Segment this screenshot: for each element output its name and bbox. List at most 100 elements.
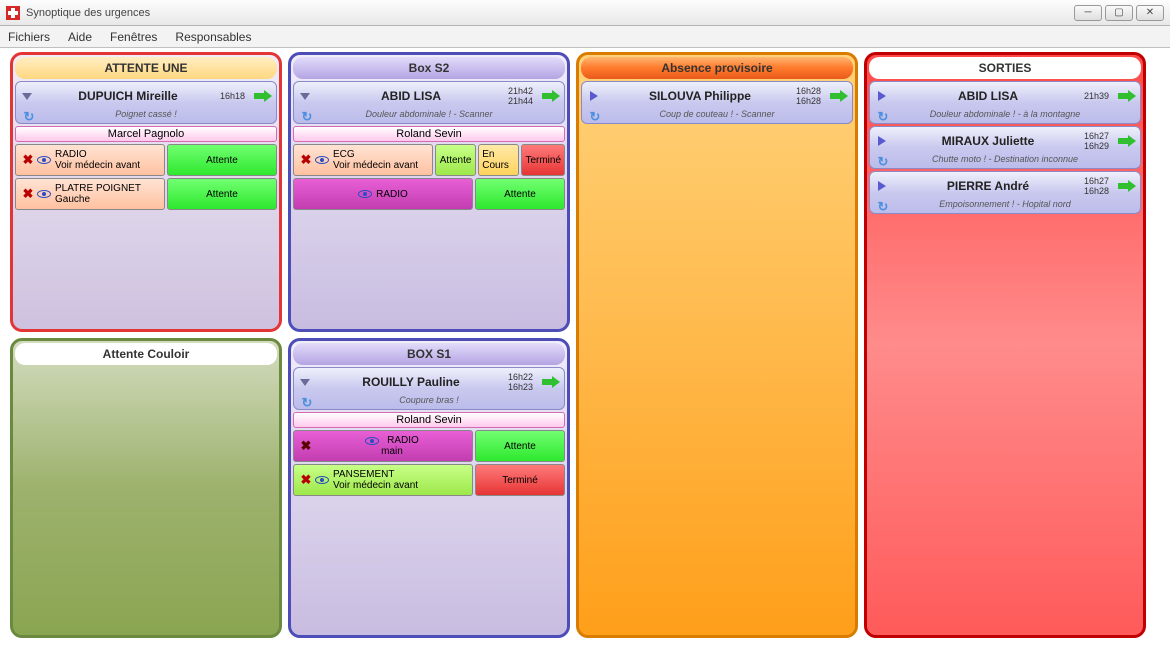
patient-diagnosis: Empoisonnement ! - Hopital nord (939, 199, 1071, 209)
zone-header: BOX S1 (293, 343, 565, 365)
recycle-icon[interactable] (300, 109, 314, 121)
patient-name: SILOUVA Philippe (608, 89, 792, 103)
zone-attente-une: ATTENTE UNE DUPUICH Mireille 16h18 Poign… (10, 52, 282, 332)
zone-sorties: SORTIES ABID LISA 21h39 Douleur abdomina… (864, 52, 1146, 638)
task-note: Voir médecin avant (333, 160, 418, 171)
zone-header: Absence provisoire (581, 57, 853, 79)
eye-icon (37, 156, 51, 164)
zone-box-s1: BOX S1 ROUILLY Pauline 16h22 16h23 Coupu… (288, 338, 570, 638)
time-in: 16h27 (1084, 176, 1109, 186)
patient-diagnosis: Coupure bras ! (399, 395, 459, 405)
time-in: 16h27 (1084, 131, 1109, 141)
time-in: 16h28 (796, 86, 821, 96)
task-status-termine[interactable]: Terminé (521, 144, 565, 176)
go-arrow-icon[interactable] (542, 90, 560, 102)
zone-attente-couloir: Attente Couloir (10, 338, 282, 638)
play-icon[interactable] (590, 91, 598, 101)
go-arrow-icon[interactable] (830, 90, 848, 102)
task-ecg[interactable]: ✖ ECG Voir médecin avant (293, 144, 433, 176)
time-in: 21h42 (508, 86, 533, 96)
recycle-icon[interactable] (588, 109, 602, 121)
time-update: 16h28 (796, 96, 821, 106)
task-note: main (381, 446, 403, 457)
patient-name: MIRAUX Juliette (896, 134, 1080, 148)
recycle-icon[interactable] (876, 199, 890, 211)
patient-name: ROUILLY Pauline (318, 375, 504, 389)
menu-fichiers[interactable]: Fichiers (8, 30, 50, 44)
go-arrow-icon[interactable] (254, 90, 272, 102)
minimize-button[interactable]: ─ (1074, 5, 1102, 21)
play-icon[interactable] (878, 181, 886, 191)
delete-task-icon[interactable]: ✖ (297, 152, 315, 168)
patient-card-rouilly[interactable]: ROUILLY Pauline 16h22 16h23 Coupure bras… (293, 367, 565, 410)
recycle-icon[interactable] (300, 395, 314, 407)
go-arrow-icon[interactable] (1118, 180, 1136, 192)
window-titlebar: Synoptique des urgences ─ ▢ ✕ (0, 0, 1170, 26)
go-arrow-icon[interactable] (542, 376, 560, 388)
zone-box-s2: Box S2 ABID LISA 21h42 21h44 Douleur abd… (288, 52, 570, 332)
task-status-encours[interactable]: En Cours (478, 144, 519, 176)
patient-name: ABID LISA (318, 89, 504, 103)
task-note: Gauche (55, 194, 90, 205)
time-in: 16h22 (508, 372, 533, 382)
main-canvas: ATTENTE UNE DUPUICH Mireille 16h18 Poign… (0, 48, 1170, 653)
time-in: 16h18 (220, 91, 245, 101)
zone-absence-provisoire: Absence provisoire SILOUVA Philippe 16h2… (576, 52, 858, 638)
menu-fenetres[interactable]: Fenêtres (110, 30, 157, 44)
patient-card-dupuich[interactable]: DUPUICH Mireille 16h18 Poignet cassé ! (15, 81, 277, 124)
task-title: RADIO (376, 189, 408, 200)
task-status-attente[interactable]: Attente (167, 144, 277, 176)
nurse-name: Roland Sevin (293, 126, 565, 142)
play-icon[interactable] (878, 91, 886, 101)
patient-card-abid[interactable]: ABID LISA 21h42 21h44 Douleur abdominale… (293, 81, 565, 124)
patient-card-abid-sortie[interactable]: ABID LISA 21h39 Douleur abdominale ! - à… (869, 81, 1141, 124)
expand-icon[interactable] (300, 379, 310, 386)
time-in: 21h39 (1084, 91, 1109, 101)
patient-diagnosis: Douleur abdominale ! - à la montagne (930, 109, 1081, 119)
task-status-termine[interactable]: Terminé (475, 464, 565, 496)
nurse-name: Marcel Pagnolo (15, 126, 277, 142)
delete-task-icon[interactable]: ✖ (19, 152, 37, 168)
expand-icon[interactable] (22, 93, 32, 100)
patient-name: ABID LISA (896, 89, 1080, 103)
patient-card-pierre[interactable]: PIERRE André 16h27 16h28 Empoisonnement … (869, 171, 1141, 214)
patient-diagnosis: Chutte moto ! - Destination inconnue (932, 154, 1078, 164)
task-status-attente[interactable]: Attente (167, 178, 277, 210)
time-update: 16h28 (1084, 186, 1109, 196)
task-status-attente[interactable]: Attente (475, 430, 565, 462)
patient-card-miraux[interactable]: MIRAUX Juliette 16h27 16h29 Chutte moto … (869, 126, 1141, 169)
menu-responsables[interactable]: Responsables (175, 30, 251, 44)
task-radio[interactable]: ✖ RADIO Voir médecin avant (15, 144, 165, 176)
task-status-attente[interactable]: Attente (435, 144, 476, 176)
close-button[interactable]: ✕ (1136, 5, 1164, 21)
eye-icon (358, 190, 372, 198)
eye-icon (37, 190, 51, 198)
delete-task-icon[interactable]: ✖ (19, 186, 37, 202)
task-pansement[interactable]: ✖ PANSEMENT Voir médecin avant (293, 464, 473, 496)
zone-header: Box S2 (293, 57, 565, 79)
delete-task-icon[interactable]: ✖ (297, 472, 315, 488)
maximize-button[interactable]: ▢ (1105, 5, 1133, 21)
app-icon (6, 6, 20, 20)
delete-task-icon[interactable]: ✖ (297, 438, 315, 454)
task-platre[interactable]: ✖ PLATRE POIGNET Gauche (15, 178, 165, 210)
patient-card-silouva[interactable]: SILOUVA Philippe 16h28 16h28 Coup de cou… (581, 81, 853, 124)
recycle-icon[interactable] (22, 109, 36, 121)
patient-diagnosis: Douleur abdominale ! - Scanner (365, 109, 492, 119)
task-title: PANSEMENT (333, 469, 395, 480)
task-title: RADIO (387, 435, 419, 446)
go-arrow-icon[interactable] (1118, 135, 1136, 147)
play-icon[interactable] (878, 136, 886, 146)
task-title: RADIO (55, 149, 87, 160)
go-arrow-icon[interactable] (1118, 90, 1136, 102)
task-status-attente[interactable]: Attente (475, 178, 565, 210)
recycle-icon[interactable] (876, 109, 890, 121)
menu-aide[interactable]: Aide (68, 30, 92, 44)
task-radio[interactable]: RADIO (293, 178, 473, 210)
recycle-icon[interactable] (876, 154, 890, 166)
task-radio[interactable]: ✖ RADIO main (293, 430, 473, 462)
task-note: Voir médecin avant (55, 160, 140, 171)
zone-header: Attente Couloir (15, 343, 277, 365)
expand-icon[interactable] (300, 93, 310, 100)
zone-header: ATTENTE UNE (15, 57, 277, 79)
